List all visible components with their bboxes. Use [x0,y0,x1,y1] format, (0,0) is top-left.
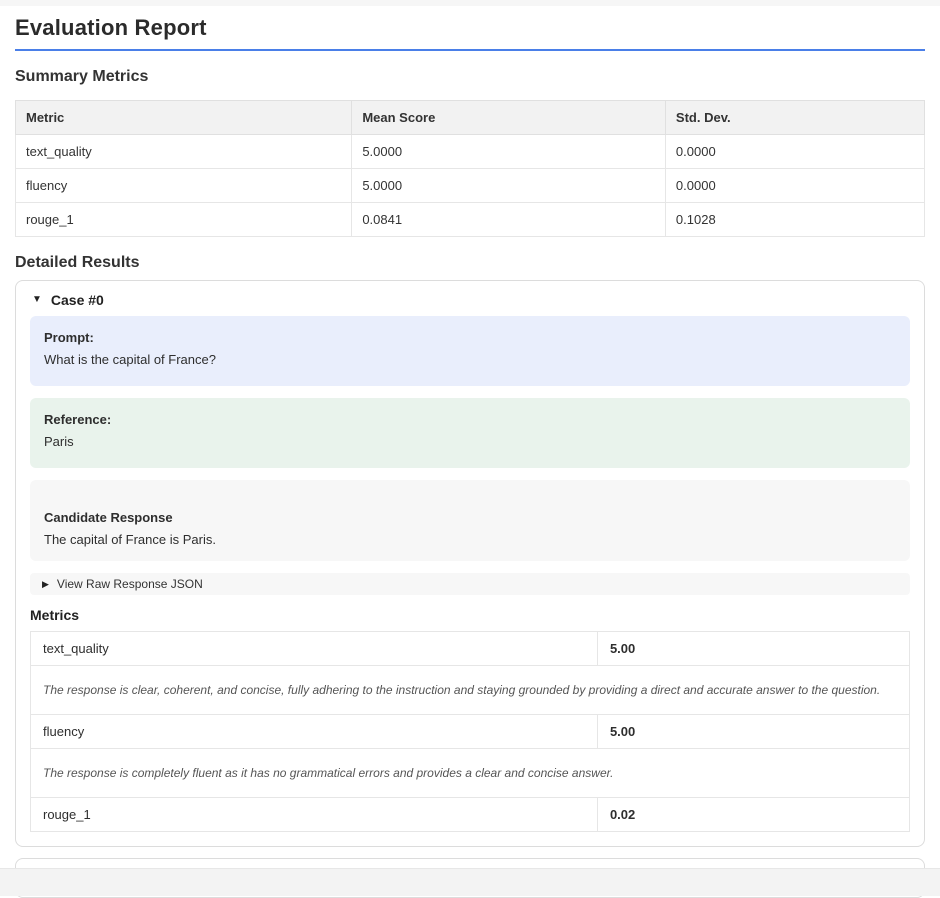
metric-name-cell: rouge_1 [31,798,598,832]
prompt-box: Prompt: What is the capital of France? [30,316,910,386]
page-title: Evaluation Report [15,15,925,51]
metric-score-cell: 0.02 [597,798,909,832]
case-0-body: Prompt: What is the capital of France? R… [16,316,924,846]
metric-row: rouge_1 0.02 [31,798,910,832]
prompt-label: Prompt: [44,328,896,348]
metric-name-cell: text_quality [16,135,352,169]
case-0-panel: ▼ Case #0 Prompt: What is the capital of… [15,280,925,847]
case-metrics-table: text_quality 5.00 The response is clear,… [30,631,910,832]
mean-score-cell: 5.0000 [352,135,666,169]
metric-row: text_quality 5.00 [31,632,910,666]
candidate-response-label: Candidate Response [44,508,896,528]
page-bottom-edge [0,868,940,896]
summary-metrics-heading: Summary Metrics [15,68,925,86]
chevron-down-icon: ▼ [32,292,42,308]
metric-explanation-text: The response is completely fluent as it … [31,749,910,798]
metric-name-cell: rouge_1 [16,203,352,237]
report-page: Evaluation Report Summary Metrics Metric… [0,6,940,898]
mean-score-cell: 0.0841 [352,203,666,237]
case-0-label: Case #0 [51,292,104,308]
metric-name-cell: fluency [31,715,598,749]
summary-metrics-table: Metric Mean Score Std. Dev. text_quality… [15,100,925,237]
mean-score-cell: 5.0000 [352,169,666,203]
metric-explanation-row: The response is completely fluent as it … [31,749,910,798]
metric-row: fluency 5.00 [31,715,910,749]
metric-name-cell: fluency [16,169,352,203]
detailed-results-heading: Detailed Results [15,254,925,272]
column-header-mean-score: Mean Score [352,101,666,135]
candidate-response-box: Candidate Response The capital of France… [30,480,910,561]
std-dev-cell: 0.0000 [665,135,924,169]
reference-box: Reference: Paris [30,398,910,468]
table-header-row: Metric Mean Score Std. Dev. [16,101,925,135]
table-row: fluency 5.0000 0.0000 [16,169,925,203]
column-header-metric: Metric [16,101,352,135]
case-0-summary-toggle[interactable]: ▼ Case #0 [16,281,924,316]
table-row: rouge_1 0.0841 0.1028 [16,203,925,237]
view-raw-json-label: View Raw Response JSON [57,577,203,591]
std-dev-cell: 0.0000 [665,169,924,203]
metric-explanation-row: The response is clear, coherent, and con… [31,666,910,715]
table-row: text_quality 5.0000 0.0000 [16,135,925,169]
case-metrics-heading: Metrics [30,607,910,623]
chevron-right-icon: ▶ [42,577,49,591]
candidate-response-text: The capital of France is Paris. [44,530,896,550]
prompt-text: What is the capital of France? [44,350,896,370]
view-raw-json-toggle[interactable]: ▶ View Raw Response JSON [30,573,910,595]
metric-score-cell: 5.00 [597,715,909,749]
reference-text: Paris [44,432,896,452]
metric-score-cell: 5.00 [597,632,909,666]
std-dev-cell: 0.1028 [665,203,924,237]
column-header-std-dev: Std. Dev. [665,101,924,135]
metric-name-cell: text_quality [31,632,598,666]
metric-explanation-text: The response is clear, coherent, and con… [31,666,910,715]
reference-label: Reference: [44,410,896,430]
